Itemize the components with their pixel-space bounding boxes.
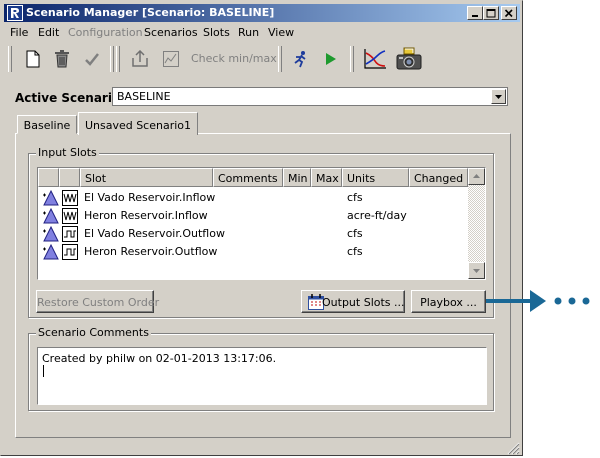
column-header-icon1[interactable] [38, 168, 59, 187]
plot-button[interactable] [362, 47, 388, 71]
run-step-button[interactable] [289, 47, 311, 71]
menu-run[interactable]: Run [238, 26, 259, 39]
input-slots-table: Slot Comments Min Max Units Changed El V… [37, 167, 486, 280]
text-caret [43, 365, 44, 377]
app-logo-icon [7, 5, 23, 21]
toolbar-separator [116, 46, 120, 72]
tab-label: Baseline [23, 119, 71, 132]
toolbar: Check min/max [4, 44, 520, 75]
chart-icon [163, 51, 179, 67]
series-slot-icon [62, 226, 78, 242]
play-icon [326, 53, 336, 65]
camera-icon [396, 47, 422, 70]
dropdown-button[interactable] [491, 89, 506, 104]
slot-name: Heron Reservoir.Outflow [84, 245, 218, 258]
scroll-up-button[interactable] [468, 168, 485, 185]
toolbar-separator [278, 46, 282, 72]
slot-units: cfs [347, 191, 363, 204]
tab-unsaved-scenario[interactable]: Unsaved Scenario1 [78, 112, 198, 135]
toolbar-separator [350, 46, 354, 72]
export-button[interactable] [129, 47, 151, 71]
title-bar[interactable]: Scenario Manager [Scenario: BASELINE] [4, 4, 520, 22]
slot-name: El Vado Reservoir.Inflow [84, 191, 216, 204]
snapshot-button[interactable] [395, 47, 423, 71]
checkmark-icon [85, 53, 99, 66]
menu-slots[interactable]: Slots [203, 26, 230, 39]
menu-bar: File Edit Configuration Scenarios Slots … [4, 24, 520, 42]
table-row[interactable]: Heron Reservoir.Inflow acre-ft/day [38, 207, 468, 225]
trash-icon [55, 50, 69, 68]
active-scenario-value: BASELINE [117, 90, 171, 103]
input-slots-title: Input Slots [36, 146, 99, 159]
column-header-comments[interactable]: Comments [213, 168, 283, 187]
tab-baseline[interactable]: Baseline [17, 115, 77, 134]
export-icon [132, 50, 148, 67]
close-button[interactable] [501, 6, 517, 20]
active-scenario-label: Active Scenario: [15, 91, 125, 105]
input-triangle-icon [43, 226, 59, 242]
chevron-up-icon [473, 174, 480, 178]
table-row[interactable]: El Vado Reservoir.Inflow cfs [38, 189, 468, 207]
series-slot-icon [62, 244, 78, 260]
menu-configuration[interactable]: Configuration [68, 26, 143, 39]
table-row[interactable]: Heron Reservoir.Outflow cfs [38, 243, 468, 261]
callout-arrow-icon [486, 290, 590, 312]
column-header-min[interactable]: Min [283, 168, 311, 187]
new-button[interactable] [22, 47, 44, 71]
maximize-icon [486, 9, 496, 18]
maximize-button[interactable] [483, 6, 499, 20]
new-document-icon [26, 50, 40, 68]
scenario-comments-title: Scenario Comments [36, 326, 151, 339]
slot-units: cfs [347, 227, 363, 240]
slot-units: acre-ft/day [347, 209, 407, 222]
runner-icon [294, 51, 306, 68]
window-title: Scenario Manager [Scenario: BASELINE] [26, 6, 275, 19]
toolbar-separator [110, 46, 114, 72]
menu-scenarios[interactable]: Scenarios [144, 26, 198, 39]
input-triangle-icon [43, 208, 59, 224]
column-header-slot[interactable]: Slot [80, 168, 213, 187]
minimize-icon [472, 15, 478, 17]
close-icon [504, 9, 513, 18]
menu-edit[interactable]: Edit [38, 26, 59, 39]
column-header-units[interactable]: Units [342, 168, 409, 187]
check-min-max-label: Check min/max [191, 52, 277, 65]
resize-grip[interactable] [506, 441, 520, 455]
apply-button[interactable] [81, 47, 103, 71]
column-header-max[interactable]: Max [311, 168, 342, 187]
table-vertical-scrollbar[interactable] [468, 168, 485, 279]
minimize-button[interactable] [467, 6, 483, 20]
check-min-max-button[interactable]: Check min/max [161, 47, 277, 71]
input-triangle-icon [43, 190, 59, 206]
column-header-changed[interactable]: Changed [409, 168, 468, 187]
restore-custom-order-button[interactable]: Restore Custom Order [36, 290, 159, 313]
output-slots-button[interactable]: Output Slots ... [301, 290, 405, 313]
active-scenario-select[interactable]: BASELINE [112, 87, 508, 106]
slot-name: El Vado Reservoir.Outflow [84, 227, 225, 240]
column-header-icon2[interactable] [59, 168, 80, 187]
scenario-manager-window: Scenario Manager [Scenario: BASELINE] Fi… [0, 0, 523, 456]
series-slot-icon [62, 208, 78, 224]
run-button[interactable] [320, 47, 342, 71]
slot-name: Heron Reservoir.Inflow [84, 209, 208, 222]
menu-view[interactable]: View [268, 26, 294, 39]
resize-grip-icon [507, 442, 520, 455]
scroll-down-button[interactable] [468, 262, 485, 279]
menu-file[interactable]: File [10, 26, 28, 39]
scenario-comments-textarea[interactable]: Created by philw on 02-01-2013 13:17:06. [37, 347, 487, 405]
toolbar-grip[interactable] [8, 46, 12, 72]
chevron-down-icon [495, 95, 502, 99]
slot-units: cfs [347, 245, 363, 258]
playbox-button[interactable]: Playbox ... [411, 290, 486, 313]
table-row[interactable]: El Vado Reservoir.Outflow cfs [38, 225, 468, 243]
plot-chart-icon [364, 49, 386, 69]
input-triangle-icon [43, 244, 59, 260]
delete-button[interactable] [51, 47, 73, 71]
scenario-comments-text: Created by philw on 02-01-2013 13:17:06. [42, 352, 277, 365]
tab-label: Unsaved Scenario1 [84, 119, 192, 132]
series-slot-icon [62, 190, 78, 206]
chevron-down-icon [473, 269, 480, 273]
